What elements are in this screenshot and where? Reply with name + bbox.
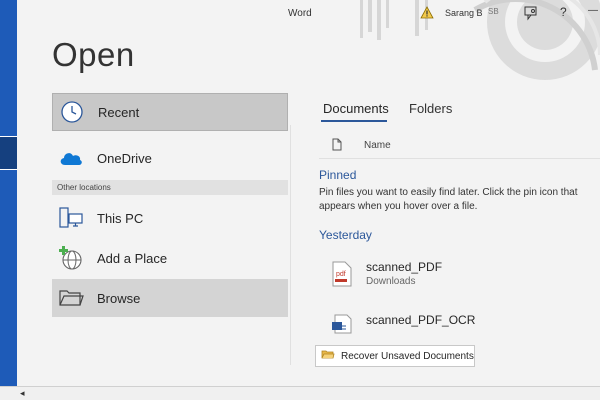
- location-onedrive[interactable]: OneDrive: [52, 139, 288, 177]
- file-list-header: Name: [319, 133, 600, 159]
- horizontal-scrollbar[interactable]: ◂: [0, 386, 600, 400]
- file-name: scanned_PDF_OCR: [366, 313, 476, 327]
- other-locations-header: Other locations: [52, 180, 288, 195]
- location-recent-label: Recent: [98, 104, 140, 120]
- tab-folders[interactable]: Folders: [409, 101, 452, 116]
- pdf-file-icon: pdf: [331, 261, 353, 292]
- pinned-group-header: Pinned: [319, 168, 357, 182]
- pane-divider: [290, 125, 291, 365]
- recover-unsaved-button[interactable]: Recover Unsaved Documents: [315, 345, 475, 367]
- feedback-icon[interactable]: [523, 5, 539, 21]
- user-name[interactable]: Sarang B: [445, 8, 483, 18]
- folder-icon: [58, 285, 84, 311]
- recent-file-item[interactable]: pdf scanned_PDF Downloads: [319, 259, 600, 299]
- location-recent[interactable]: Recent: [52, 93, 288, 131]
- add-globe-icon: [58, 245, 84, 271]
- location-add-place[interactable]: Add a Place: [52, 239, 288, 277]
- computer-icon: [58, 205, 84, 231]
- word-file-icon: [331, 314, 353, 339]
- name-column-header[interactable]: Name: [364, 140, 391, 151]
- minimize-icon[interactable]: —: [588, 5, 598, 16]
- active-tab-indicator: [321, 120, 387, 122]
- folder-open-icon: [321, 349, 335, 363]
- file-location: Downloads: [366, 276, 416, 287]
- location-add-place-label: Add a Place: [97, 250, 168, 266]
- file-name: scanned_PDF: [366, 260, 443, 274]
- scroll-left-icon[interactable]: ◂: [20, 388, 25, 399]
- location-browse[interactable]: Browse: [52, 279, 288, 317]
- location-browse-label: Browse: [97, 290, 141, 306]
- recover-unsaved-label: Recover Unsaved Documents: [341, 350, 474, 362]
- page-title: Open: [52, 36, 135, 73]
- clock-icon: [59, 99, 85, 125]
- backstage-nav-selected-item[interactable]: [0, 136, 17, 170]
- user-initials-avatar[interactable]: SB: [488, 7, 499, 16]
- backstage-nav-rail: [0, 0, 17, 386]
- warning-icon[interactable]: [420, 6, 434, 19]
- location-onedrive-label: OneDrive: [97, 150, 152, 166]
- pinned-message: Pin files you want to easily find later.…: [319, 187, 578, 212]
- app-name: Word: [288, 8, 312, 19]
- file-type-icon: [332, 138, 342, 156]
- help-button[interactable]: ?: [560, 5, 567, 19]
- location-this-pc[interactable]: This PC: [52, 199, 288, 237]
- location-this-pc-label: This PC: [97, 210, 144, 226]
- svg-text:pdf: pdf: [336, 271, 346, 278]
- tab-documents[interactable]: Documents: [323, 101, 389, 116]
- yesterday-group-header: Yesterday: [319, 228, 372, 242]
- cloud-icon: [58, 145, 84, 171]
